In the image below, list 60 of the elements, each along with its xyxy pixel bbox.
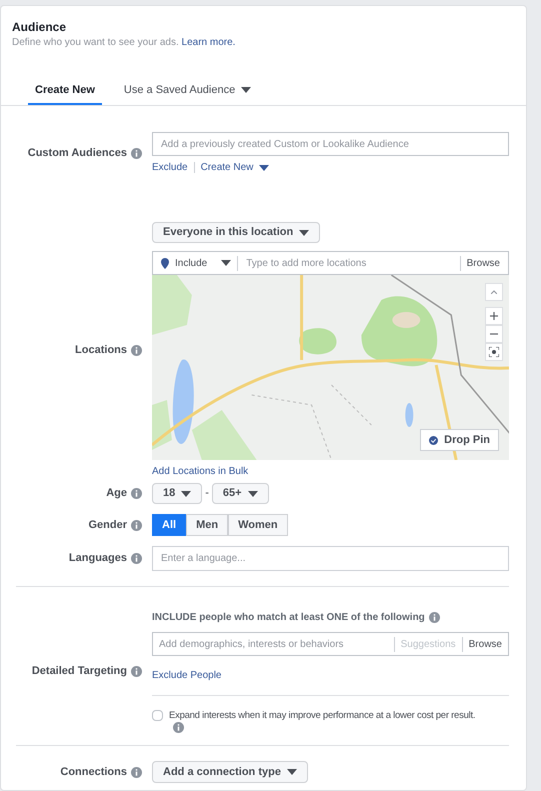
- expand-checkbox[interactable]: [152, 710, 163, 721]
- exclude-people-link[interactable]: Exclude People: [152, 668, 222, 683]
- caret-icon: [181, 490, 192, 496]
- drop-pin-button[interactable]: Drop Pin: [420, 429, 499, 451]
- age-max-dropdown[interactable]: 65+: [212, 483, 269, 504]
- section-title: Audience: [12, 19, 68, 36]
- connection-type-dropdown[interactable]: Add a connection type: [152, 761, 308, 783]
- field-label: Custom Audiences: [28, 146, 127, 162]
- chevron-up-icon: [491, 290, 497, 294]
- minus-icon: [490, 333, 498, 335]
- fullscreen-icon: [489, 347, 499, 357]
- info-icon: [131, 520, 142, 530]
- gender-option[interactable]: All: [152, 514, 186, 536]
- add-locations-in-bulk-link[interactable]: Add Locations in Bulk: [152, 464, 248, 479]
- custom-audiences-field[interactable]: Add a previously created Custom or Lookalike Audience: [152, 132, 509, 156]
- plus-icon: [490, 312, 498, 320]
- info-icon: [428, 612, 440, 623]
- zoom-out-button[interactable]: [485, 325, 503, 343]
- text-link[interactable]: Create New: [200, 160, 270, 175]
- text-link[interactable]: Exclude: [152, 160, 188, 175]
- section-subtitle: Define who you want to see your ads.: [12, 37, 179, 48]
- info-icon: [173, 722, 184, 733]
- gender-option[interactable]: Men: [186, 514, 228, 536]
- gender-option[interactable]: Women: [228, 514, 288, 536]
- location-search-field[interactable]: Include Type to add more locations Browse: [152, 251, 509, 275]
- info-icon: [131, 148, 142, 159]
- tab[interactable]: Use a Saved Audience: [116, 77, 258, 105]
- caret-icon: [241, 87, 252, 93]
- tab[interactable]: Create New: [28, 77, 102, 105]
- browse-button[interactable]: Browse: [460, 256, 500, 270]
- field-label: Age: [106, 486, 127, 502]
- caret-icon: [299, 230, 310, 236]
- pin-icon: [161, 258, 169, 268]
- info-icon: [131, 553, 142, 564]
- caret-icon: [286, 769, 297, 775]
- field-label: Locations: [75, 343, 127, 358]
- browse-button[interactable]: Browse: [462, 636, 502, 652]
- info-icon: [131, 488, 142, 499]
- audience-dropdown[interactable]: Everyone in this location: [152, 222, 320, 243]
- caret-icon: [221, 260, 232, 266]
- field-label: Gender: [88, 518, 127, 533]
- info-icon: [131, 766, 142, 778]
- caret-icon: [259, 164, 270, 170]
- include-dropdown[interactable]: Include: [175, 256, 238, 270]
- zoom-in-button[interactable]: [485, 307, 503, 325]
- expand-interests-text: Expand interests when it may improve performance at a lower cost per result.: [169, 709, 476, 722]
- fullscreen-button[interactable]: [485, 343, 503, 361]
- caret-icon: [248, 490, 258, 496]
- languages-field[interactable]: Enter a language...: [152, 546, 509, 571]
- field-label: Detailed Targeting: [32, 664, 127, 680]
- field-label: Languages: [68, 551, 127, 566]
- include-heading: INCLUDE people who match at least ONE of the following: [152, 611, 425, 625]
- age-separator: -: [205, 486, 209, 502]
- pin-check-icon: [429, 436, 438, 444]
- info-icon: [131, 666, 142, 677]
- field-label: Connections: [60, 764, 127, 780]
- targeting-search-field[interactable]: Add demographics, interests or behaviors Suggestions Browse: [152, 632, 509, 656]
- age-min-dropdown[interactable]: 18: [152, 483, 202, 504]
- info-icon: [131, 345, 142, 356]
- learn-more-link[interactable]: Learn more.: [182, 37, 236, 48]
